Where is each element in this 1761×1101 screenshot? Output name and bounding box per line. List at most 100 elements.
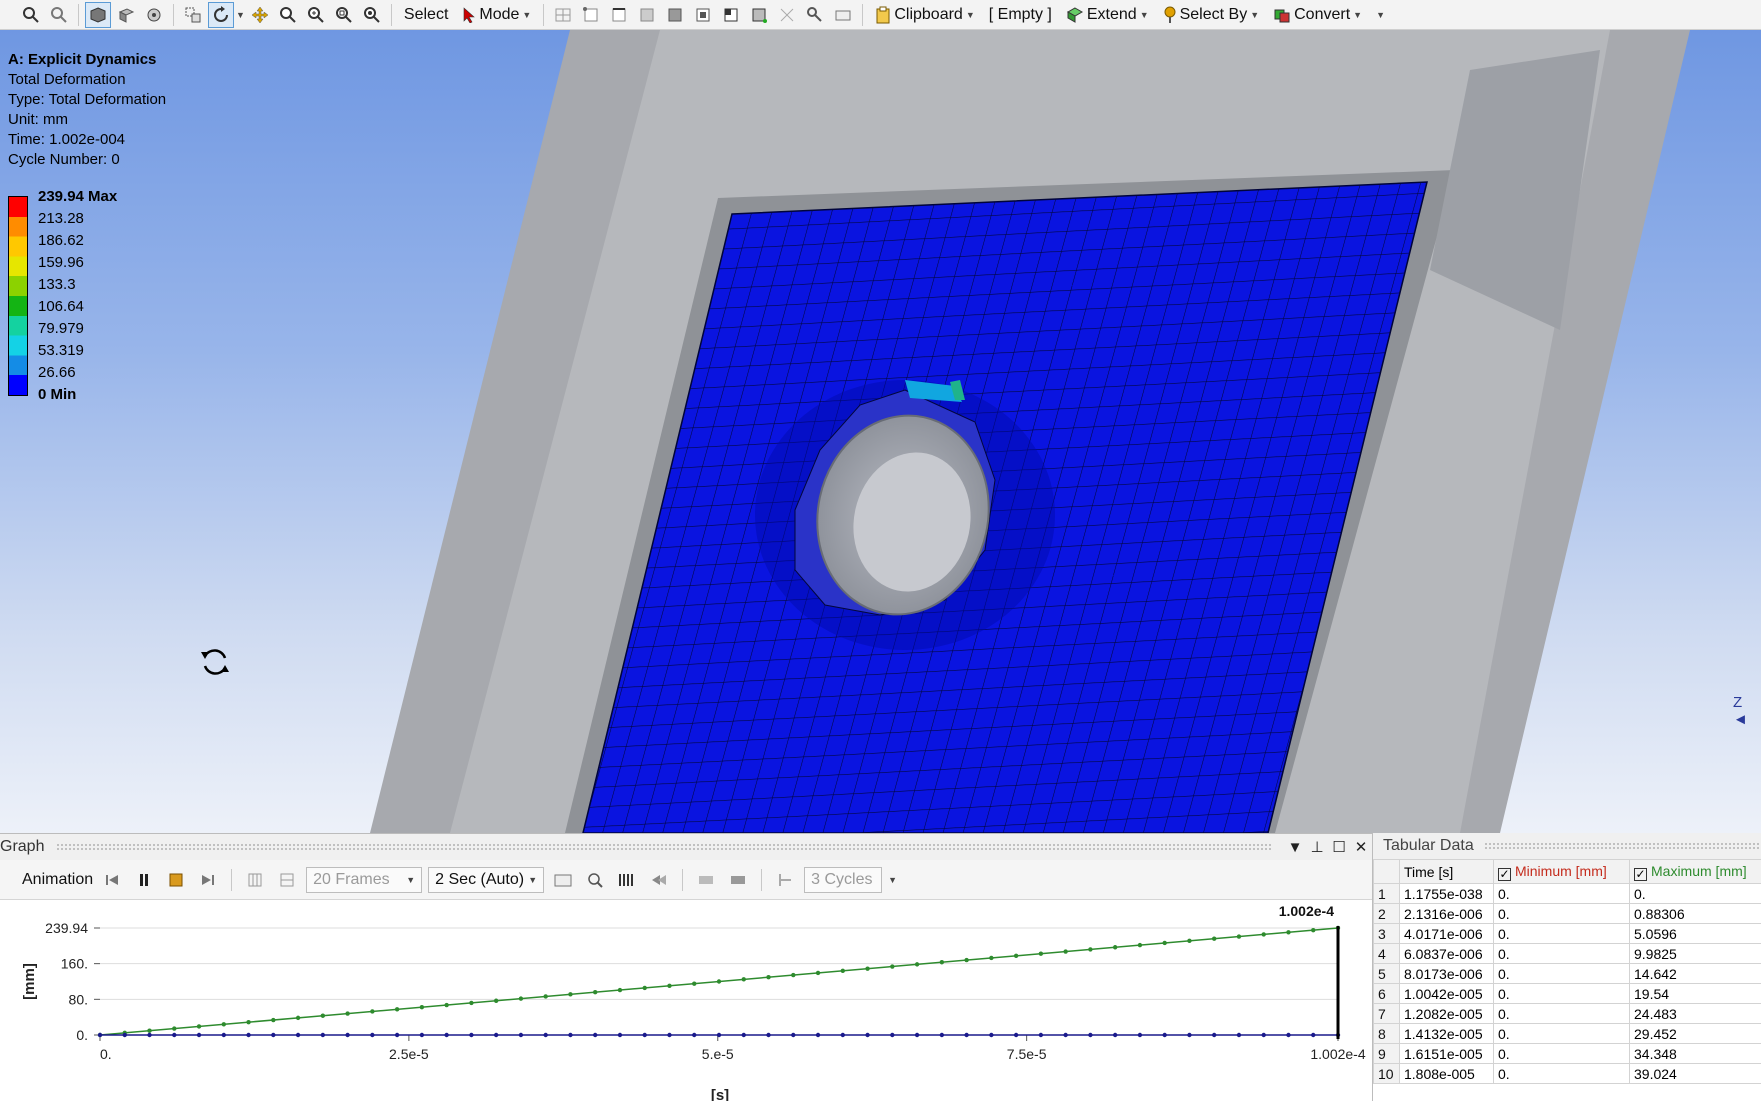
cycle-icon[interactable] [772, 867, 798, 893]
zoom-in-icon[interactable] [18, 2, 44, 28]
tabular-data-header: Tabular Data [1373, 833, 1761, 859]
sparkle-icon[interactable] [774, 2, 800, 28]
series-point [543, 1032, 548, 1038]
select-node-icon[interactable] [746, 2, 772, 28]
select-face-icon[interactable] [634, 2, 660, 28]
duration-dropdown[interactable]: 2 Sec (Auto) ▼ [428, 866, 545, 893]
table-row[interactable]: 9 1.6151e-005 0. 34.348 [1373, 1043, 1761, 1064]
chart-option-2-icon[interactable] [725, 867, 751, 893]
series-point [791, 1032, 796, 1038]
cursor-icon [464, 6, 476, 23]
export-video-icon[interactable] [550, 867, 576, 893]
select-vertex-icon[interactable] [578, 2, 604, 28]
row-index-cell: 1 [1373, 883, 1400, 904]
select-body-icon[interactable] [662, 2, 688, 28]
series-point [1311, 927, 1316, 933]
x-tick-label: 2.5e-5 [389, 1046, 429, 1062]
table-row[interactable]: 3 4.0171e-006 0. 5.0596 [1373, 923, 1761, 944]
toolbar-overflow-button[interactable]: ▼ [1370, 2, 1391, 28]
distributed-frames-icon[interactable] [242, 867, 268, 893]
solid-body-icon[interactable] [85, 1, 111, 28]
picker-icon[interactable] [830, 2, 856, 28]
last-frame-icon[interactable] [195, 867, 221, 893]
minimum-column-header[interactable]: ✓ Minimum [mm] [1493, 859, 1630, 884]
close-icon[interactable]: ✕ [1350, 838, 1372, 856]
table-row[interactable]: 6 1.0042e-005 0. 19.54 [1373, 983, 1761, 1004]
pan-icon[interactable] [247, 2, 273, 28]
magnifier-icon[interactable] [359, 2, 385, 28]
panel-drag-grip[interactable] [1483, 842, 1761, 850]
extend-button[interactable]: Extend ▼ [1060, 2, 1155, 28]
graphics-viewport[interactable]: A: Explicit Dynamics Total Deformation T… [0, 30, 1761, 833]
maximum-checkbox[interactable]: ✓ [1634, 867, 1647, 881]
table-row[interactable]: 1 1.1755e-038 0. 0. [1373, 883, 1761, 904]
table-row[interactable]: 2 2.1316e-006 0. 0.88306 [1373, 903, 1761, 924]
panel-drag-grip[interactable] [56, 843, 1272, 851]
reverse-icon[interactable] [646, 867, 672, 893]
row-index-cell: 2 [1373, 903, 1400, 924]
rotate-icon[interactable] [208, 1, 234, 28]
x-axis-label: [s] [711, 1087, 729, 1101]
series-point [865, 1032, 870, 1038]
series-point [716, 1032, 722, 1038]
series-point [147, 1028, 152, 1033]
chevron-down-icon[interactable]: ▼ [236, 10, 245, 20]
select-element-icon[interactable] [718, 2, 744, 28]
chart-option-icon[interactable] [693, 867, 719, 893]
pin-icon[interactable]: ⊥ [1306, 838, 1328, 856]
minimum-checkbox[interactable]: ✓ [1498, 867, 1511, 881]
series-point [716, 979, 722, 984]
clipboard-button[interactable]: Clipboard ▼ [869, 2, 980, 28]
table-row[interactable]: 7 1.2082e-005 0. 24.483 [1373, 1003, 1761, 1024]
series-point [815, 970, 821, 976]
chevron-down-icon: ▼ [1376, 9, 1385, 20]
model-scene[interactable] [0, 30, 1761, 833]
select-all-icon[interactable] [802, 2, 828, 28]
series-point [914, 962, 920, 967]
maximize-icon[interactable]: ☐ [1328, 838, 1350, 856]
zoom-out-icon[interactable] [46, 2, 72, 28]
table-row[interactable]: 4 6.0837e-006 0. 9.9825 [1373, 943, 1761, 964]
pause-icon[interactable] [131, 867, 157, 893]
result-chart[interactable]: 0. 80. 160. 239.94 0. 2.5e-5 5.e-5 7.5e-5 1.002e… [0, 900, 1372, 1101]
analysis-title: A: Explicit Dynamics [8, 51, 157, 68]
convert-button[interactable]: Convert ▼ [1267, 2, 1368, 28]
series-point [642, 1032, 647, 1038]
time-column-header[interactable]: Time [s] [1399, 859, 1494, 884]
face-select-icon[interactable] [113, 2, 139, 28]
stop-icon[interactable] [163, 867, 189, 893]
pin-icon [1164, 6, 1176, 23]
zoom-to-fit-icon[interactable] [331, 2, 357, 28]
cycles-dropdown[interactable]: 3 Cycles [804, 866, 883, 893]
series-point [1137, 1032, 1143, 1038]
first-frame-icon[interactable] [99, 867, 125, 893]
select-mesh-icon[interactable] [550, 2, 576, 28]
display-style-icon[interactable] [141, 2, 167, 28]
maximum-column-header[interactable]: ✓ Maximum [mm] [1629, 859, 1761, 884]
table-row[interactable]: 10 1.808e-005 0. 39.024 [1373, 1063, 1761, 1084]
select-edge-icon[interactable] [606, 2, 632, 28]
row-index-cell: 4 [1373, 943, 1400, 964]
zoom-icon[interactable] [275, 2, 301, 28]
x-tick-label: 7.5e-5 [1007, 1046, 1047, 1062]
series-point [766, 975, 771, 980]
series-point [345, 1011, 350, 1016]
table-row[interactable]: 5 8.0173e-006 0. 14.642 [1373, 963, 1761, 984]
select-by-button[interactable]: Select By ▼ [1157, 2, 1266, 28]
maximum-cell: 24.483 [1629, 1003, 1761, 1024]
select-button[interactable]: Select [398, 2, 454, 28]
chevron-down-icon[interactable]: ▼ [888, 875, 897, 885]
table-row[interactable]: 8 1.4132e-005 0. 29.452 [1373, 1023, 1761, 1044]
legend-color-bar [8, 196, 28, 396]
legend-label: 239.94 Max [38, 188, 118, 205]
zoom-to-range-icon[interactable] [582, 867, 608, 893]
box-select-icon[interactable] [180, 2, 206, 28]
mode-button[interactable]: Mode ▼ [456, 2, 537, 28]
result-sets-icon[interactable] [274, 867, 300, 893]
result-type: Type: Total Deformation [8, 91, 167, 108]
select-element-face-icon[interactable] [690, 2, 716, 28]
frames-dropdown[interactable]: 20 Frames ▼ [306, 866, 423, 893]
grid-icon[interactable] [614, 867, 640, 893]
box-zoom-icon[interactable] [303, 2, 329, 28]
panel-menu-icon[interactable]: ▼ [1284, 839, 1306, 856]
